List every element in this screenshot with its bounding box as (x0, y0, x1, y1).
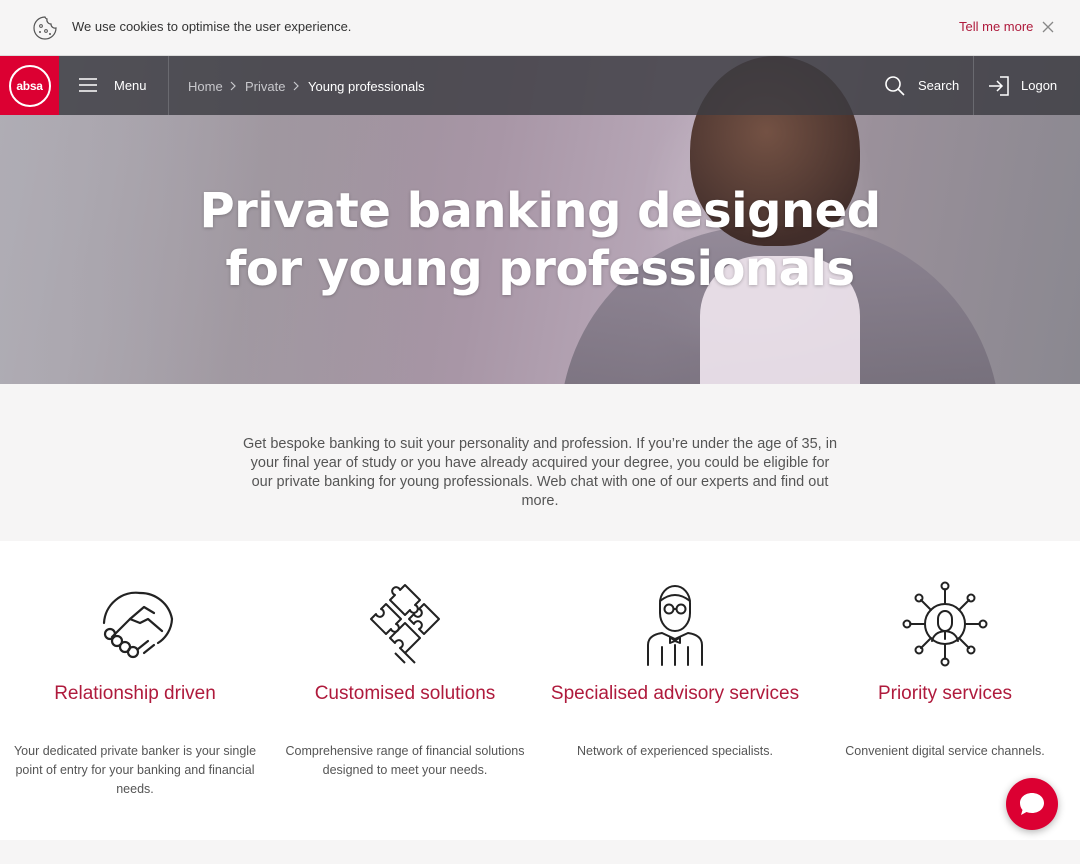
advisor-icon (647, 585, 703, 666)
feature-title: Priority services (877, 683, 1013, 704)
hamburger-icon (79, 78, 97, 92)
logo-text: absa (8, 64, 51, 107)
hero-title: Private banking designed for young profe… (190, 182, 890, 298)
cookie-banner: We use cookies to optimise the user expe… (0, 0, 1080, 56)
absa-logo[interactable]: absa (0, 56, 59, 115)
feature-customised-solutions: Customised solutions Comprehensive range… (270, 541, 540, 840)
tell-me-more-link[interactable]: Tell me more (959, 19, 1033, 34)
hero-title-line2: for young professionals (225, 241, 855, 297)
login-icon (989, 76, 1009, 96)
chat-bubble-icon (1020, 793, 1044, 815)
cookie-icon (33, 16, 57, 40)
logon-label: Logon (1021, 78, 1058, 93)
web-chat-button[interactable] (1006, 778, 1058, 830)
cookie-message: We use cookies to optimise the user expe… (72, 19, 352, 34)
search-icon (885, 76, 905, 96)
search-button[interactable]: Search (870, 56, 974, 115)
intro-text: Get bespoke banking to suit your persona… (242, 436, 838, 509)
features-section: Relationship driven Your dedicated priva… (0, 541, 1080, 840)
intro-section: Get bespoke banking to suit your persona… (0, 384, 1080, 541)
feature-relationship-driven: Relationship driven Your dedicated priva… (0, 541, 270, 840)
breadcrumb-home[interactable]: Home (188, 79, 223, 94)
puzzle-icon (370, 584, 440, 664)
feature-description: Network of experienced specialists. (577, 744, 773, 758)
feature-title: Customised solutions (314, 683, 496, 704)
breadcrumb-private[interactable]: Private (245, 79, 285, 94)
main-navbar: absa Menu Home Private Young professiona… (0, 56, 1080, 115)
close-icon[interactable] (1040, 19, 1056, 35)
chevron-right-icon (293, 81, 299, 91)
menu-button[interactable]: Menu (59, 56, 169, 115)
feature-title: Specialised advisory services (550, 683, 800, 704)
network-person-icon (902, 581, 988, 667)
chevron-right-icon (230, 81, 236, 91)
feature-description: Comprehensive range of financial solutio… (285, 744, 525, 777)
feature-description: Your dedicated private banker is your si… (13, 744, 257, 796)
logon-button[interactable]: Logon (974, 56, 1080, 115)
feature-specialised-advisory: Specialised advisory services Network of… (540, 541, 810, 840)
next-section-edge (0, 840, 1080, 864)
hero-title-line1: Private banking designed (199, 183, 881, 239)
feature-title: Relationship driven (54, 683, 216, 704)
breadcrumb-current: Young professionals (308, 79, 425, 94)
menu-label: Menu (114, 78, 147, 93)
handshake-icon (102, 591, 174, 659)
feature-description: Convenient digital service channels. (845, 744, 1045, 758)
search-label: Search (918, 78, 960, 93)
